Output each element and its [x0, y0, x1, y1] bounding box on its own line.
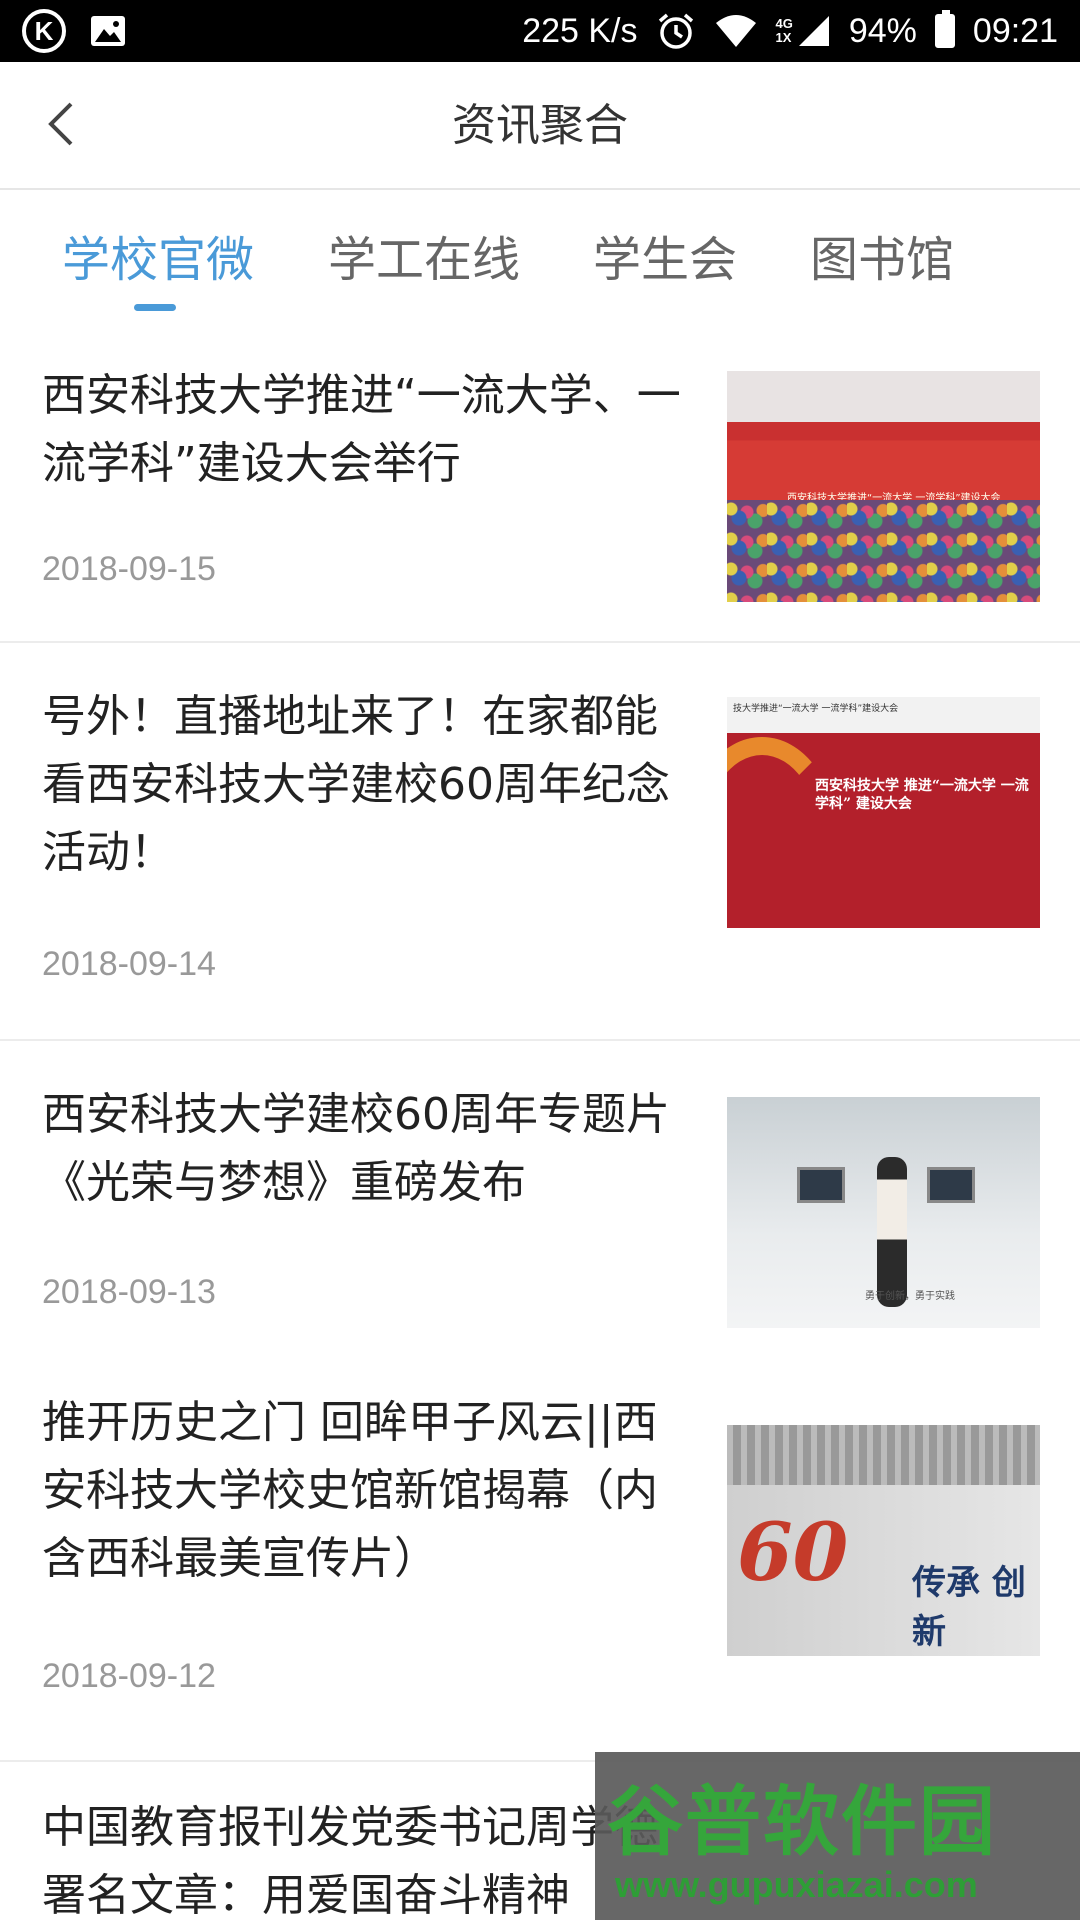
clock: 09:21 [972, 11, 1058, 50]
news-date: 2018-09-14 [42, 945, 216, 983]
thumbnail-top-text: 技大学推进“一流大学 一流学科”建设大会 [727, 697, 1040, 733]
monitor-image [797, 1167, 845, 1203]
news-thumbnail[interactable]: 西安科技大学推进“一流大学 一流学科”建设大会 [727, 371, 1040, 602]
swirl-decoration [727, 737, 837, 928]
news-item[interactable]: 西安科技大学推进“一流大学、一流学科”建设大会举行 2018-09-15 西安科… [0, 322, 1080, 643]
thumbnail-caption: 勇于创新，勇于实践 [865, 1291, 955, 1302]
tab-student-affairs[interactable]: 学工在线 [328, 220, 520, 300]
image-notification-icon [91, 16, 125, 46]
news-thumbnail[interactable]: 勇于创新，勇于实践 [727, 1097, 1040, 1328]
monitor-image [927, 1167, 975, 1203]
tab-student-union[interactable]: 学生会 [593, 220, 737, 300]
page-title: 资讯聚合 [452, 100, 628, 151]
tab-school-official[interactable]: 学校官微 [62, 220, 254, 300]
news-thumbnail[interactable]: 60 传承 创新 [727, 1425, 1040, 1656]
k-app-icon: K [22, 9, 66, 53]
anniversary-logo: 60 [737, 1505, 849, 1599]
news-title[interactable]: 西安科技大学推进“一流大学、一流学科”建设大会举行 [42, 362, 682, 498]
news-date: 2018-09-15 [42, 550, 216, 588]
battery-percent: 94% [848, 11, 917, 50]
calligraphy-text: 传承 创新 [912, 1563, 1026, 1652]
news-thumbnail[interactable]: 技大学推进“一流大学 一流学科”建设大会 西安科技大学 推进“一流大学 一流学科… [727, 697, 1040, 928]
watermark-title: 谷普软件园 [607, 1777, 997, 1866]
network-type-bottom: 1X [775, 30, 792, 45]
news-title[interactable]: 推开历史之门 回眸甲子风云||西安科技大学校史馆新馆揭幕（内含西科最美宣传片） [42, 1389, 682, 1593]
wifi-icon [715, 15, 756, 47]
tab-bar: 学校官微 学工在线 学生会 图书馆 [0, 192, 1080, 322]
news-title[interactable]: 西安科技大学建校60周年专题片《光荣与梦想》重磅发布 [42, 1081, 682, 1217]
news-item[interactable]: 推开历史之门 回眸甲子风云||西安科技大学校史馆新馆揭幕（内含西科最美宣传片） … [0, 1369, 1080, 1762]
cell-signal-icon [798, 16, 829, 46]
alarm-icon [658, 13, 693, 49]
ceiling-image [727, 1425, 1040, 1485]
news-title[interactable]: 中国教育报刊发党委书记周学德署名文章：用爱国奋斗精神 [42, 1794, 682, 1920]
news-date: 2018-09-13 [42, 1273, 216, 1311]
news-item[interactable]: 号外！直播地址来了！在家都能看西安科技大学建校60周年纪念活动！ 2018-09… [0, 643, 1080, 1041]
net-speed: 225 K/s [522, 11, 638, 50]
person-image [877, 1157, 907, 1307]
tab-library[interactable]: 图书馆 [810, 220, 954, 300]
battery-icon [934, 10, 955, 48]
news-title[interactable]: 号外！直播地址来了！在家都能看西安科技大学建校60周年纪念活动！ [42, 683, 682, 887]
news-item[interactable]: 西安科技大学建校60周年专题片《光荣与梦想》重磅发布 2018-09-13 勇于… [0, 1041, 1080, 1369]
watermark: 谷普软件园 www.gupuxiazai.com [595, 1752, 1080, 1920]
news-date: 2018-09-12 [42, 1657, 216, 1695]
app-header: 资讯聚合 [0, 62, 1080, 190]
thumbnail-text: 西安科技大学 推进“一流大学 一流学科” 建设大会 [815, 778, 1029, 812]
network-type: 4G 1X [776, 17, 793, 45]
watermark-url: www.gupuxiazai.com [615, 1864, 978, 1905]
active-tab-indicator [134, 304, 176, 311]
status-bar: K 225 K/s 4G 1X 94% 09:21 [0, 0, 1080, 62]
network-type-top: 4G [775, 16, 793, 31]
crowd-image [727, 500, 1040, 602]
